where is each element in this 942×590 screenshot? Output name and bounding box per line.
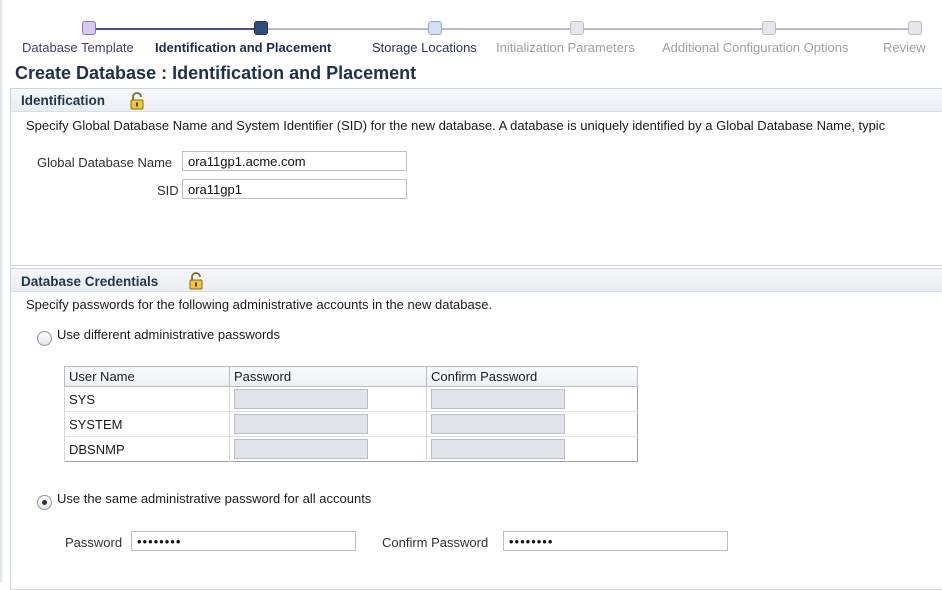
column-header-confirm-password: Confirm Password	[426, 366, 638, 387]
train-connector	[776, 28, 908, 30]
lock-icon	[189, 272, 203, 290]
train-connector	[268, 28, 428, 30]
identification-title: Identification	[21, 93, 105, 108]
sys-confirm-password-field	[431, 389, 565, 409]
window-left-edge	[0, 0, 4, 582]
different-passwords-radio[interactable]	[37, 331, 52, 346]
train-stop-identification	[254, 21, 268, 35]
table-row: DBSNMP	[64, 436, 638, 462]
table-row: SYS	[64, 386, 638, 412]
user-name-cell: DBSNMP	[64, 436, 230, 462]
train-stop-database-template[interactable]	[82, 21, 96, 35]
different-passwords-label[interactable]: Use different administrative passwords	[57, 327, 280, 342]
train-stop-storage-locations[interactable]	[428, 21, 442, 35]
confirm-password-input[interactable]	[503, 531, 728, 551]
sid-input[interactable]	[182, 179, 407, 199]
train-connector	[96, 28, 254, 30]
table-row: SYSTEM	[64, 411, 638, 437]
password-input[interactable]	[131, 531, 356, 551]
user-name-cell: SYSTEM	[64, 411, 230, 437]
sys-password-field	[234, 389, 368, 409]
train-connector	[442, 28, 570, 30]
same-password-radio[interactable]	[37, 495, 52, 510]
train-stop-initialization-parameters	[570, 21, 584, 35]
confirm-password-label: Confirm Password	[382, 535, 489, 550]
train-label-initialization-parameters: Initialization Parameters	[496, 40, 635, 55]
column-header-user-name: User Name	[64, 366, 230, 387]
identification-section: Identification	[10, 88, 942, 266]
train-stop-additional-configuration	[762, 21, 776, 35]
train-label-identification: Identification and Placement	[155, 40, 332, 55]
global-db-name-label: Global Database Name	[37, 155, 173, 170]
train-label-additional-configuration: Additional Configuration Options	[662, 40, 849, 55]
page-title: Create Database : Identification and Pla…	[15, 63, 417, 83]
credentials-table: User Name Password Confirm Password SYS …	[64, 366, 638, 462]
dbsnmp-password-field	[234, 439, 368, 459]
column-header-password: Password	[229, 366, 427, 387]
password-label: Password	[65, 535, 123, 550]
credentials-description: Specify passwords for the following admi…	[26, 297, 493, 312]
radio-selected-dot	[42, 500, 47, 505]
train-label-review: Review	[883, 40, 926, 55]
dbsnmp-confirm-password-field	[431, 439, 565, 459]
system-confirm-password-field	[431, 414, 565, 434]
same-password-label[interactable]: Use the same administrative password for…	[57, 491, 371, 506]
identification-description: Specify Global Database Name and System …	[26, 118, 886, 133]
user-name-cell: SYS	[64, 386, 230, 412]
train-label-storage-locations[interactable]: Storage Locations	[372, 40, 477, 55]
train-label-database-template[interactable]: Database Template	[22, 40, 134, 55]
train-stop-review	[908, 21, 922, 35]
credentials-title: Database Credentials	[21, 274, 159, 289]
global-db-name-input[interactable]	[182, 151, 407, 171]
train-connector	[584, 28, 762, 30]
sid-label: SID	[157, 183, 179, 198]
system-password-field	[234, 414, 368, 434]
section-header	[11, 89, 942, 112]
lock-icon	[130, 92, 144, 110]
